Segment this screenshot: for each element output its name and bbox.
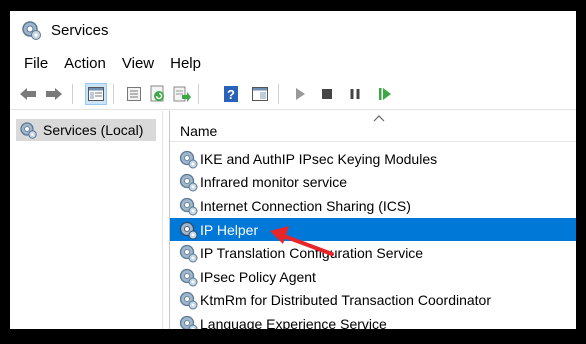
export-list-icon xyxy=(173,86,191,102)
pause-service-icon xyxy=(350,89,360,99)
service-name: Internet Connection Sharing (ICS) xyxy=(200,197,411,214)
sort-ascending-icon xyxy=(373,115,385,122)
back-button[interactable] xyxy=(17,83,39,105)
service-name: KtmRm for Distributed Transaction Coordi… xyxy=(200,292,491,309)
services-gear-icon xyxy=(22,21,41,40)
forward-icon xyxy=(46,88,62,100)
service-row[interactable]: KtmRm for Distributed Transaction Coordi… xyxy=(170,289,576,313)
menu-file[interactable]: File xyxy=(10,55,56,72)
pause-service-button[interactable] xyxy=(344,83,366,105)
restart-service-icon xyxy=(379,88,391,100)
service-gear-icon xyxy=(179,221,198,240)
toolbar-separator xyxy=(113,84,114,104)
show-hide-console-tree-button[interactable] xyxy=(85,83,107,105)
service-gear-icon xyxy=(179,174,198,192)
refresh-icon xyxy=(150,85,164,102)
column-header-label: Name xyxy=(180,123,218,139)
service-name: IPsec Policy Agent xyxy=(200,268,316,285)
service-name: Infrared monitor service xyxy=(200,174,348,191)
services-gear-icon xyxy=(20,122,37,139)
tree-item-services-local[interactable]: Services (Local) xyxy=(16,119,156,141)
svg-text:?: ? xyxy=(227,87,235,102)
export-list-button[interactable] xyxy=(171,83,193,105)
service-name: IKE and AuthIP IPsec Keying Modules xyxy=(200,150,438,167)
column-header-name[interactable]: Name xyxy=(170,111,576,142)
service-gear-icon xyxy=(179,197,198,216)
start-service-icon xyxy=(296,88,305,100)
stop-service-icon xyxy=(322,89,332,99)
toolbar-separator xyxy=(278,84,279,104)
services-window: Services File Action View Help ? Service… xyxy=(10,11,576,329)
service-gear-icon xyxy=(179,292,198,310)
service-row[interactable]: IPsec Policy Agent xyxy=(170,265,576,289)
service-gear-icon xyxy=(179,268,198,287)
console-icon xyxy=(252,87,268,101)
restart-service-button[interactable] xyxy=(374,83,396,105)
properties-icon xyxy=(127,87,141,101)
properties-button[interactable] xyxy=(123,83,145,105)
toolbar-separator xyxy=(72,84,73,104)
service-row[interactable]: Infrared monitor service xyxy=(170,171,576,195)
service-row[interactable]: IKE and AuthIP IPsec Keying Modules xyxy=(170,147,576,171)
show-console-tree-icon xyxy=(88,87,104,101)
stop-service-button[interactable] xyxy=(316,83,338,105)
service-row[interactable]: IP Translation Configuration Service xyxy=(170,241,576,265)
toolbar: ? xyxy=(10,79,576,110)
service-gear-icon xyxy=(179,315,198,329)
tree-item-label: Services (Local) xyxy=(43,122,144,138)
title-bar: Services xyxy=(10,11,576,49)
help-button[interactable]: ? xyxy=(220,83,242,105)
help-icon: ? xyxy=(224,86,238,102)
console-button[interactable] xyxy=(249,83,271,105)
service-name: IP Translation Configuration Service xyxy=(200,245,424,262)
refresh-button[interactable] xyxy=(147,83,169,105)
console-tree-pane: Services (Local) xyxy=(10,111,163,329)
service-gear-icon xyxy=(179,150,198,169)
service-row-selected[interactable]: IP Helper xyxy=(170,217,576,242)
service-name: Language Experience Service xyxy=(200,315,387,329)
services-list: IKE and AuthIP IPsec Keying Modules Infr… xyxy=(170,147,576,329)
services-list-pane: Name IKE and AuthIP IPsec Keying Modules… xyxy=(169,111,576,329)
menu-bar: File Action View Help xyxy=(10,52,209,74)
back-icon xyxy=(20,88,36,100)
start-service-button[interactable] xyxy=(289,83,311,105)
menu-help[interactable]: Help xyxy=(162,55,209,72)
service-row[interactable]: Internet Connection Sharing (ICS) xyxy=(170,194,576,218)
forward-button[interactable] xyxy=(43,83,65,105)
toolbar-separator xyxy=(198,84,199,104)
service-gear-icon xyxy=(179,245,198,263)
service-row[interactable]: Language Experience Service xyxy=(170,312,576,329)
menu-action[interactable]: Action xyxy=(56,55,114,72)
window-title: Services xyxy=(51,21,109,39)
menu-view[interactable]: View xyxy=(114,55,162,72)
service-name: IP Helper xyxy=(200,221,259,238)
